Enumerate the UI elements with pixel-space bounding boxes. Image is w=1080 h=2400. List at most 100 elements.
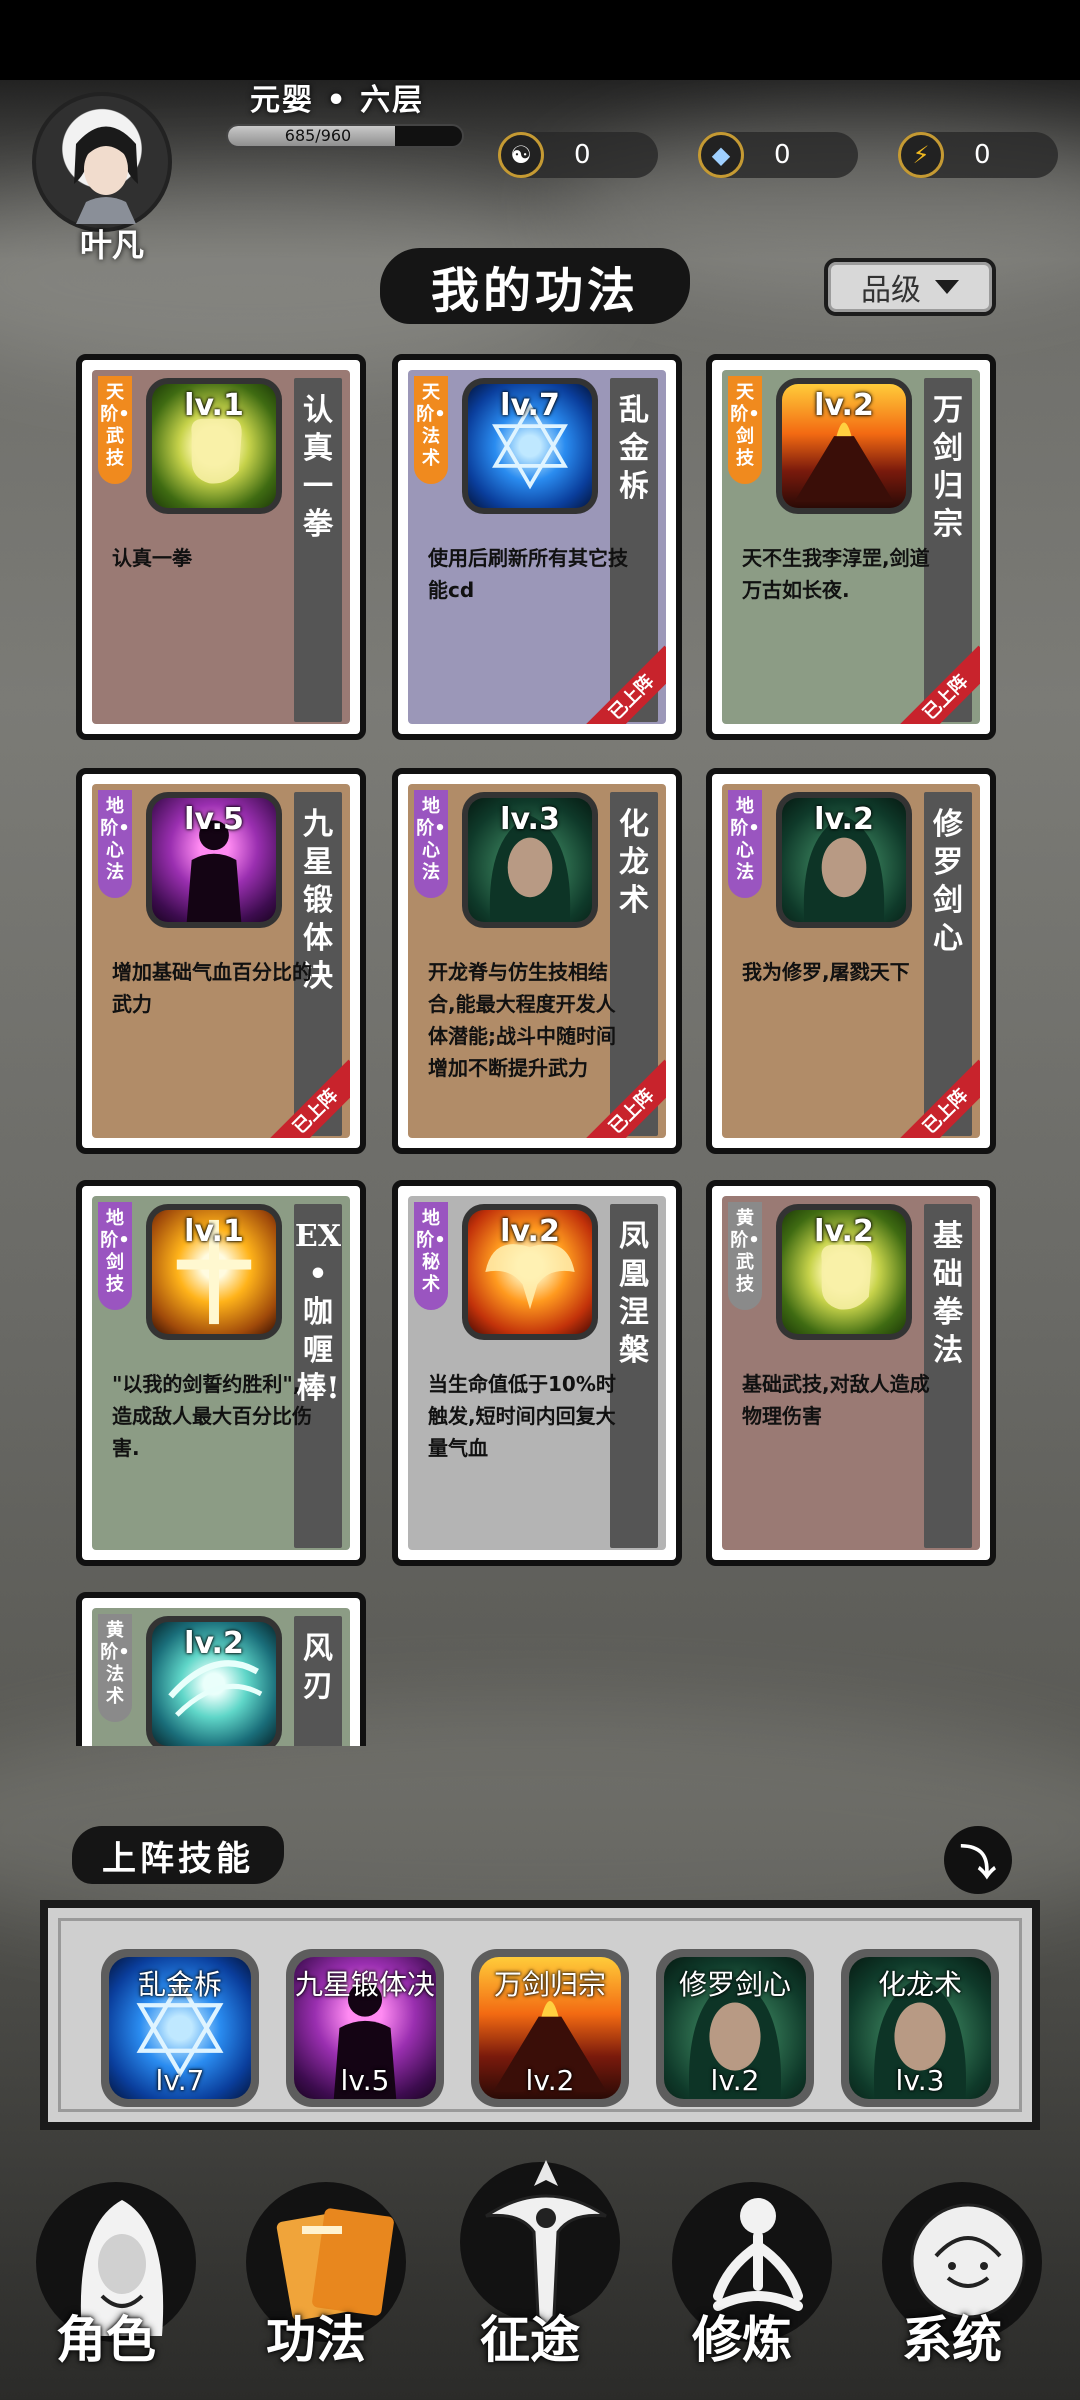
equipped-skill-name: 修罗剑心 <box>678 1968 791 2001</box>
skill-art-icon: 乱金柝 lv.7 <box>109 1957 251 2099</box>
skill-icon-frame: lv.2 <box>146 1616 282 1746</box>
nav-tab-label: 功法 <box>266 2310 366 2369</box>
skill-art-icon: 修罗剑心 lv.2 <box>664 1957 806 2099</box>
skill-art-icon: lv.1 <box>152 1210 276 1334</box>
skill-card[interactable]: 天阶•法术 lv.7 乱金柝 使用后刷新所有其它技能cd 已上阵 <box>392 354 682 740</box>
skill-description: 基础武技,对敌人造成物理伤害 <box>742 1372 930 1428</box>
skill-card[interactable]: 地阶•心法 lv.5 九星锻体决 增加基础气血百分比的武力 已上阵 <box>76 768 366 1154</box>
nav-tab-label: 修炼 <box>692 2310 792 2369</box>
resource-yin-yang[interactable]: ☯ 0 <box>498 132 658 178</box>
equipped-skills-panel: 乱金柝 lv.7 九星锻体决 lv.5 万剑归宗 lv.2 修罗剑心 lv.2 … <box>40 1900 1040 2130</box>
skill-description: 认真一拳 <box>112 546 192 570</box>
skill-level: lv.7 <box>500 388 560 423</box>
nav-tab[interactable]: 功法 <box>226 2142 406 2372</box>
skill-level: lv.1 <box>184 388 244 423</box>
skill-tier-tag: 地阶•秘术 <box>414 1202 448 1310</box>
nav-tab-label: 系统 <box>902 2310 1002 2369</box>
skill-level: lv.2 <box>814 802 874 837</box>
equipped-skill-name: 乱金柝 <box>137 1968 222 2001</box>
skill-tier-tag: 地阶•心法 <box>728 790 762 898</box>
resource-value: 0 <box>574 140 591 170</box>
crystal-icon: ◆ <box>698 132 744 178</box>
skill-art-icon: lv.3 <box>468 798 592 922</box>
skill-description: 我为修罗,屠戮天下 <box>742 960 910 984</box>
equipped-section-title: 上阵技能 <box>72 1826 284 1884</box>
skill-art-icon: 九星锻体决 lv.5 <box>294 1957 436 2099</box>
skill-icon-frame: lv.7 <box>462 378 598 514</box>
skill-card[interactable]: 天阶•剑技 lv.2 万剑归宗 天不生我李淳罡,剑道万古如长夜. 已上阵 <box>706 354 996 740</box>
skill-tier-tag: 黄阶•法术 <box>98 1614 132 1722</box>
skill-art-icon: 万剑归宗 lv.2 <box>479 1957 621 2099</box>
skill-level: lv.2 <box>814 1214 874 1249</box>
skill-card[interactable]: 地阶•剑技 lv.1 EX•咖喱棒! "以我的剑誓约胜利",造成敌人最大百分比伤… <box>76 1180 366 1566</box>
skill-tier-tag: 天阶•武技 <box>98 376 132 484</box>
equipped-skill-name: 九星锻体决 <box>294 1968 435 2001</box>
skill-art-icon: lv.2 <box>152 1622 276 1746</box>
skill-card[interactable]: 黄阶•法术 lv.2 风刃 <box>76 1592 366 1746</box>
skill-art-icon: 化龙术 lv.3 <box>849 1957 991 2099</box>
grade-filter-dropdown[interactable]: 品级 <box>824 258 996 316</box>
grade-filter-label: 品级 <box>861 273 921 308</box>
skill-description: 使用后刷新所有其它技能cd <box>428 546 628 602</box>
skill-icon-frame: lv.1 <box>146 378 282 514</box>
equipped-skill-level: lv.2 <box>710 2064 760 2097</box>
resource-crystal[interactable]: ◆ 0 <box>698 132 858 178</box>
skill-art-icon: lv.2 <box>782 1210 906 1334</box>
nav-tab-label: 角色 <box>56 2310 156 2369</box>
exp-progress-text: 685/960 <box>284 126 352 145</box>
resource-value: 0 <box>974 140 991 170</box>
arrow-down-icon: ⤵ <box>959 1843 996 1884</box>
nav-tab[interactable]: 征途 <box>440 2112 620 2372</box>
skill-card[interactable]: 地阶•心法 lv.3 化龙术 开龙脊与仿生技相结合,能最大程度开发人体潜能;战斗… <box>392 768 682 1154</box>
skill-description: 当生命值低于10%时触发,短时间内回复大量气血 <box>428 1372 616 1460</box>
skill-card[interactable]: 黄阶•武技 lv.2 基础拳法 基础武技,对敌人造成物理伤害 <box>706 1180 996 1566</box>
equipped-skill-slot[interactable]: 化龙术 lv.3 <box>841 1949 999 2107</box>
cultivation-realm: 元婴 • 六层 <box>250 83 425 118</box>
resource-lightning[interactable]: ⚡ 0 <box>898 132 1058 178</box>
collapse-arrow-button[interactable]: ⤵ <box>944 1826 1012 1894</box>
skill-level: lv.3 <box>500 802 560 837</box>
skill-description: 开龙脊与仿生技相结合,能最大程度开发人体潜能;战斗中随时间增加不断提升武力 <box>428 960 616 1080</box>
skill-icon-frame: lv.1 <box>146 1204 282 1340</box>
character-portrait-icon <box>74 126 138 224</box>
equipped-skill-slot[interactable]: 修罗剑心 lv.2 <box>656 1949 814 2107</box>
skill-icon-frame: lv.2 <box>462 1204 598 1340</box>
skill-tier-tag: 地阶•心法 <box>98 790 132 898</box>
skill-art-icon: lv.2 <box>782 798 906 922</box>
skill-icon-frame: lv.2 <box>776 792 912 928</box>
equipped-skill-slot[interactable]: 乱金柝 lv.7 <box>101 1949 259 2107</box>
equipped-skill-level: lv.3 <box>895 2064 945 2097</box>
chevron-down-icon <box>935 280 959 294</box>
resource-value: 0 <box>774 140 791 170</box>
skill-icon-frame: lv.2 <box>776 1204 912 1340</box>
skill-description: 增加基础气血百分比的武力 <box>112 960 312 1016</box>
skill-art-icon: lv.7 <box>468 384 592 508</box>
nav-tab[interactable]: 修炼 <box>652 2142 832 2372</box>
skill-level: lv.1 <box>184 1214 244 1249</box>
nav-tab[interactable]: 系统 <box>862 2142 1042 2372</box>
skill-level: lv.2 <box>814 388 874 423</box>
skill-icon-frame: lv.5 <box>146 792 282 928</box>
yin-yang-icon: ☯ <box>498 132 544 178</box>
skill-description: "以我的剑誓约胜利",造成敌人最大百分比伤害. <box>112 1372 312 1460</box>
skill-tier-tag: 天阶•法术 <box>414 376 448 484</box>
skill-card[interactable]: 天阶•武技 lv.1 认真一拳 认真一拳 <box>76 354 366 740</box>
bottom-navigation: 角色 功法 征途 修炼 系统 <box>0 2130 1080 2400</box>
skill-art-icon: lv.2 <box>782 384 906 508</box>
player-name: 叶凡 <box>79 226 144 264</box>
skill-tier-tag: 黄阶•武技 <box>728 1202 762 1310</box>
equipped-skill-slot[interactable]: 九星锻体决 lv.5 <box>286 1949 444 2107</box>
equipped-skill-slot[interactable]: 万剑归宗 lv.2 <box>471 1949 629 2107</box>
nav-tab[interactable]: 角色 <box>16 2142 196 2372</box>
skill-card[interactable]: 地阶•秘术 lv.2 凤凰涅槃 当生命值低于10%时触发,短时间内回复大量气血 <box>392 1180 682 1566</box>
equipped-skill-name: 万剑归宗 <box>493 1968 606 2001</box>
equipped-skill-level: lv.5 <box>340 2064 390 2097</box>
status-bar-area <box>0 0 1080 80</box>
equipped-skill-name: 化龙术 <box>877 1968 962 2001</box>
skill-tier-tag: 天阶•剑技 <box>728 376 762 484</box>
skill-level: lv.5 <box>184 802 244 837</box>
skill-card-grid: 天阶•武技 lv.1 认真一拳 认真一拳 天阶•法术 lv.7 乱金柝 使用后刷… <box>0 346 1080 1746</box>
skill-icon-frame: lv.3 <box>462 792 598 928</box>
player-avatar[interactable] <box>32 92 172 232</box>
skill-card[interactable]: 地阶•心法 lv.2 修罗剑心 我为修罗,屠戮天下 已上阵 <box>706 768 996 1154</box>
